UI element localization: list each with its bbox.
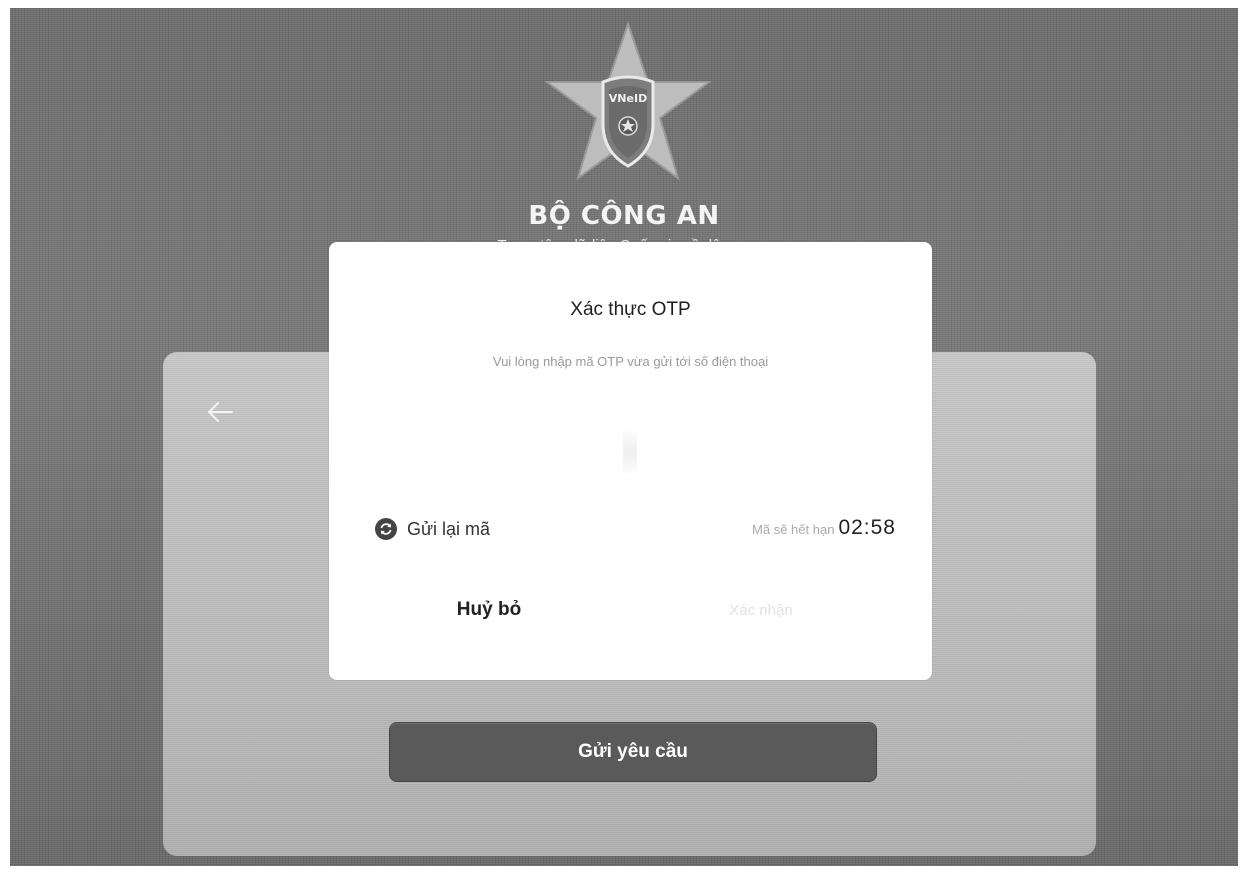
refresh-icon [375,518,397,540]
resend-code-label: Gửi lại mã [407,518,491,539]
submit-request-button[interactable]: Gửi yêu cầu [389,722,877,782]
organization-title: BỘ CÔNG AN [528,201,720,231]
otp-input-cursor [623,427,637,477]
otp-dialog: Xác thực OTP Vui lòng nhập mã OTP vừa gử… [329,242,932,680]
dialog-title: Xác thực OTP [570,299,691,320]
expiry-label: Mã sẽ hết hạn [752,522,835,537]
confirm-button[interactable]: Xác nhận [661,588,861,632]
cancel-button[interactable]: Huỷ bỏ [389,588,589,632]
logo-text: VNeID [609,92,647,105]
otp-expiry: Mã sẽ hết hạn 02:58 [752,516,896,540]
otp-input[interactable] [369,407,892,497]
police-star-emblem: VNeID [543,20,713,181]
resend-code-button[interactable]: Gửi lại mã [375,518,490,540]
dialog-description: Vui lòng nhập mã OTP vừa gửi tới số điện… [492,354,769,369]
arrow-left-icon[interactable] [206,400,234,424]
expiry-countdown: 02:58 [838,516,896,539]
